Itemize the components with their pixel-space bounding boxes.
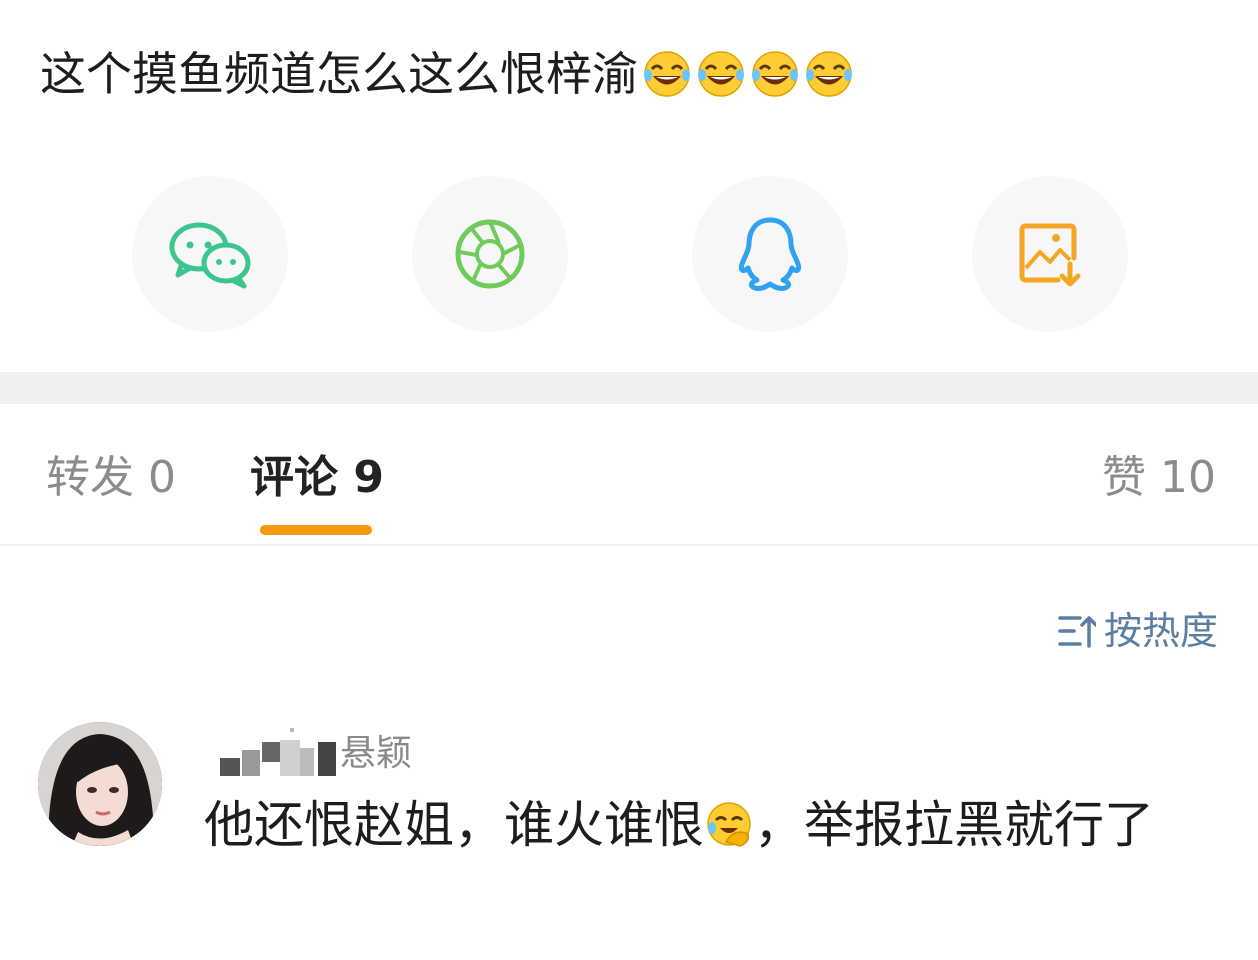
- laughing-tears-emoji: [806, 51, 852, 97]
- share-qq-button[interactable]: [692, 176, 848, 332]
- laughing-tears-emoji: [752, 51, 798, 97]
- post-body: 这个摸鱼频道怎么这么恨梓渝: [40, 47, 638, 101]
- save-image-icon: [1019, 223, 1081, 287]
- section-divider: [0, 372, 1258, 404]
- tab-bar: 转发 0 评论 9 赞 10: [0, 404, 1258, 546]
- tab-repost-label: 转发: [46, 452, 148, 503]
- sort-button[interactable]: 按热度: [1058, 604, 1218, 658]
- comment-username[interactable]: 悬颖: [218, 720, 412, 780]
- tab-repost[interactable]: 转发 0: [46, 448, 176, 508]
- qq-icon: [738, 217, 802, 291]
- share-row: [0, 176, 1258, 332]
- comment-body: 他还恨赵姐，谁火谁恨 ，举报拉黑就行了: [204, 790, 1204, 860]
- comment-text-part2: ，举报拉黑就行了: [754, 796, 1154, 854]
- laughing-tears-emoji: [644, 51, 690, 97]
- tab-comment-label: 评论: [250, 452, 354, 503]
- tab-like-count: 10: [1160, 452, 1216, 503]
- sort-label: 按热度: [1103, 609, 1218, 653]
- share-save-image-button[interactable]: [972, 176, 1128, 332]
- share-wechat-button[interactable]: [132, 176, 288, 332]
- facepalm-cry-emoji: [707, 802, 751, 847]
- avatar-image: [38, 722, 162, 846]
- comment-text-part1: 他还恨赵姐，谁火谁恨: [204, 796, 704, 854]
- share-moments-button[interactable]: [412, 176, 568, 332]
- tab-comment-count: 9: [353, 452, 384, 503]
- post-text: 这个摸鱼频道怎么这么恨梓渝: [40, 38, 854, 110]
- active-tab-indicator: [260, 525, 372, 535]
- wechat-icon: [169, 222, 251, 289]
- avatar[interactable]: [38, 722, 162, 846]
- tab-like-label: 赞: [1102, 452, 1160, 503]
- sort-icon: [1058, 616, 1096, 648]
- tab-comment[interactable]: 评论 9: [250, 448, 384, 508]
- tab-repost-count: 0: [148, 452, 176, 503]
- redacted-username-mosaic: [218, 722, 348, 778]
- tab-like[interactable]: 赞 10: [1102, 448, 1216, 508]
- username-partial-text: 悬颖: [340, 733, 413, 774]
- laughing-tears-emoji: [698, 51, 744, 97]
- moments-icon: [455, 219, 525, 289]
